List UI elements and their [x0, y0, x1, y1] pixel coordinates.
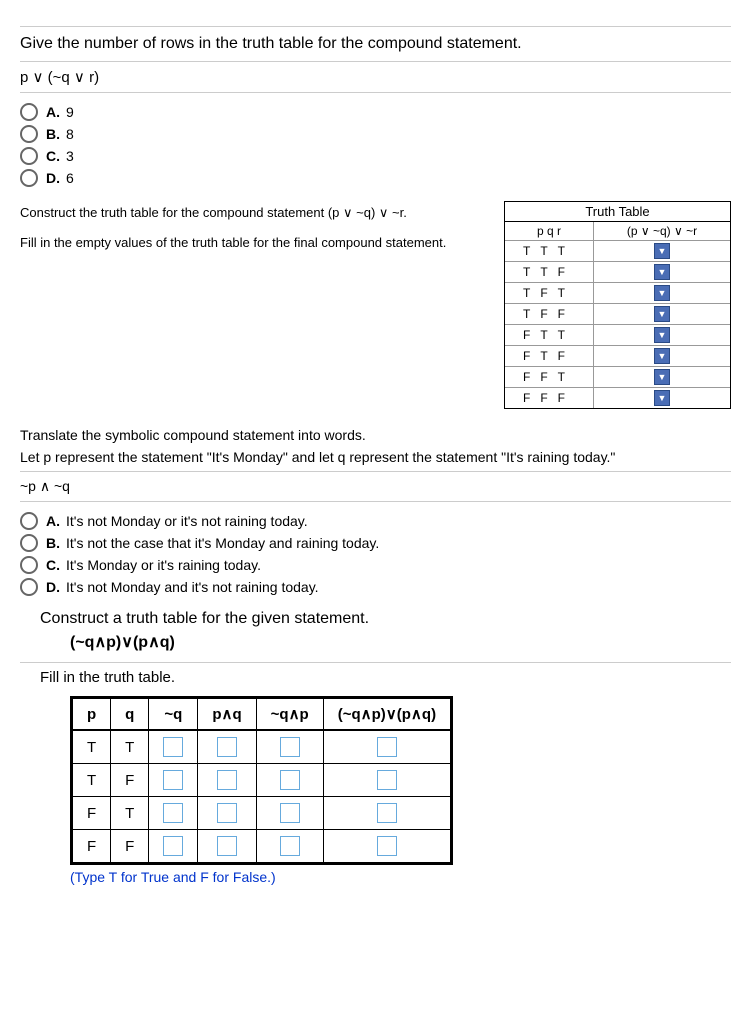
q3-option-a[interactable]: A. It's not Monday or it's not raining t… [20, 510, 731, 532]
radio-icon[interactable] [20, 556, 38, 574]
answer-input[interactable] [217, 770, 237, 790]
table-row: TFF▼ [505, 304, 730, 325]
q3-expression: ~p ∧ ~q [20, 478, 731, 495]
q4-truth-table: p q ~q p∧q ~q∧p (~q∧p)∨(p∧q) TT TF FT [70, 696, 453, 865]
option-letter: C. [46, 148, 60, 164]
tt-header-pqr: p q r [505, 222, 594, 241]
q3-line1: Translate the symbolic compound statemen… [20, 427, 731, 443]
answer-input[interactable] [217, 803, 237, 823]
option-text: It's not Monday or it's not raining toda… [66, 513, 308, 529]
option-text: It's not the case that it's Monday and r… [66, 535, 379, 551]
option-letter: D. [46, 170, 60, 186]
q4-fill-prompt: Fill in the truth table. [40, 669, 731, 686]
dropdown-icon[interactable]: ▼ [654, 306, 670, 322]
answer-input[interactable] [217, 737, 237, 757]
table-row: FTT▼ [505, 325, 730, 346]
col-pandq: p∧q [198, 698, 256, 731]
radio-icon[interactable] [20, 125, 38, 143]
answer-input[interactable] [280, 737, 300, 757]
table-row: TTT▼ [505, 241, 730, 262]
q1-options: A. 9 B. 8 C. 3 D. 6 [20, 101, 731, 189]
option-text: 6 [66, 170, 74, 186]
dropdown-icon[interactable]: ▼ [654, 369, 670, 385]
col-final: (~q∧p)∨(p∧q) [323, 698, 451, 731]
answer-input[interactable] [163, 836, 183, 856]
truth-table-title: Truth Table [505, 202, 730, 222]
q1-option-d[interactable]: D. 6 [20, 167, 731, 189]
option-letter: D. [46, 579, 60, 595]
table-row: TFT▼ [505, 283, 730, 304]
option-text: 3 [66, 148, 74, 164]
answer-input[interactable] [280, 803, 300, 823]
table-row: TTF▼ [505, 262, 730, 283]
option-letter: B. [46, 535, 60, 551]
option-letter: C. [46, 557, 60, 573]
radio-icon[interactable] [20, 512, 38, 530]
answer-input[interactable] [163, 737, 183, 757]
radio-icon[interactable] [20, 169, 38, 187]
q3-option-c[interactable]: C. It's Monday or it's raining today. [20, 554, 731, 576]
radio-icon[interactable] [20, 147, 38, 165]
q2-line1: Construct the truth table for the compou… [20, 205, 494, 221]
dropdown-icon[interactable]: ▼ [654, 243, 670, 259]
radio-icon[interactable] [20, 103, 38, 121]
q3-options: A. It's not Monday or it's not raining t… [20, 510, 731, 598]
option-text: 8 [66, 126, 74, 142]
table-row: FF [72, 830, 452, 864]
table-row: TF [72, 764, 452, 797]
answer-input[interactable] [377, 803, 397, 823]
col-p: p [72, 698, 111, 731]
col-q: q [111, 698, 149, 731]
truth-table-box: Truth Table p q r (p ∨ ~q) ∨ ~r TTT▼ TTF… [504, 201, 731, 409]
dropdown-icon[interactable]: ▼ [654, 348, 670, 364]
q4-title: Construct a truth table for the given st… [40, 610, 731, 628]
col-notq: ~q [149, 698, 198, 731]
q1-expression: p ∨ (~q ∨ r) [20, 68, 731, 86]
q3-option-b[interactable]: B. It's not the case that it's Monday an… [20, 532, 731, 554]
dropdown-icon[interactable]: ▼ [654, 327, 670, 343]
radio-icon[interactable] [20, 578, 38, 596]
option-letter: A. [46, 104, 60, 120]
q4-note: (Type T for True and F for False.) [70, 869, 731, 885]
answer-input[interactable] [280, 836, 300, 856]
q3-option-d[interactable]: D. It's not Monday and it's not raining … [20, 576, 731, 598]
option-text: It's not Monday and it's not raining tod… [66, 579, 319, 595]
q1-option-a[interactable]: A. 9 [20, 101, 731, 123]
q1-option-c[interactable]: C. 3 [20, 145, 731, 167]
answer-input[interactable] [377, 737, 397, 757]
q4-expression: (~q∧p)∨(p∧q) [70, 632, 731, 652]
dropdown-icon[interactable]: ▼ [654, 285, 670, 301]
truth-table: p q r (p ∨ ~q) ∨ ~r TTT▼ TTF▼ TFT▼ TFF▼ … [505, 222, 730, 408]
answer-input[interactable] [163, 770, 183, 790]
answer-input[interactable] [163, 803, 183, 823]
answer-input[interactable] [217, 836, 237, 856]
radio-icon[interactable] [20, 534, 38, 552]
q1-prompt: Give the number of rows in the truth tab… [20, 35, 731, 53]
tt-header-expr: (p ∨ ~q) ∨ ~r [594, 222, 731, 241]
answer-input[interactable] [377, 836, 397, 856]
table-row: FT [72, 797, 452, 830]
answer-input[interactable] [377, 770, 397, 790]
q1-option-b[interactable]: B. 8 [20, 123, 731, 145]
col-notqandp: ~q∧p [256, 698, 323, 731]
option-text: It's Monday or it's raining today. [66, 557, 261, 573]
option-text: 9 [66, 104, 74, 120]
table-row: FFT▼ [505, 367, 730, 388]
q3-line2: Let p represent the statement "It's Mond… [20, 449, 731, 465]
option-letter: A. [46, 513, 60, 529]
answer-input[interactable] [280, 770, 300, 790]
dropdown-icon[interactable]: ▼ [654, 264, 670, 280]
option-letter: B. [46, 126, 60, 142]
dropdown-icon[interactable]: ▼ [654, 390, 670, 406]
table-row: FFF▼ [505, 388, 730, 409]
table-row: FTF▼ [505, 346, 730, 367]
table-row: TT [72, 730, 452, 764]
q2-line2: Fill in the empty values of the truth ta… [20, 235, 494, 250]
